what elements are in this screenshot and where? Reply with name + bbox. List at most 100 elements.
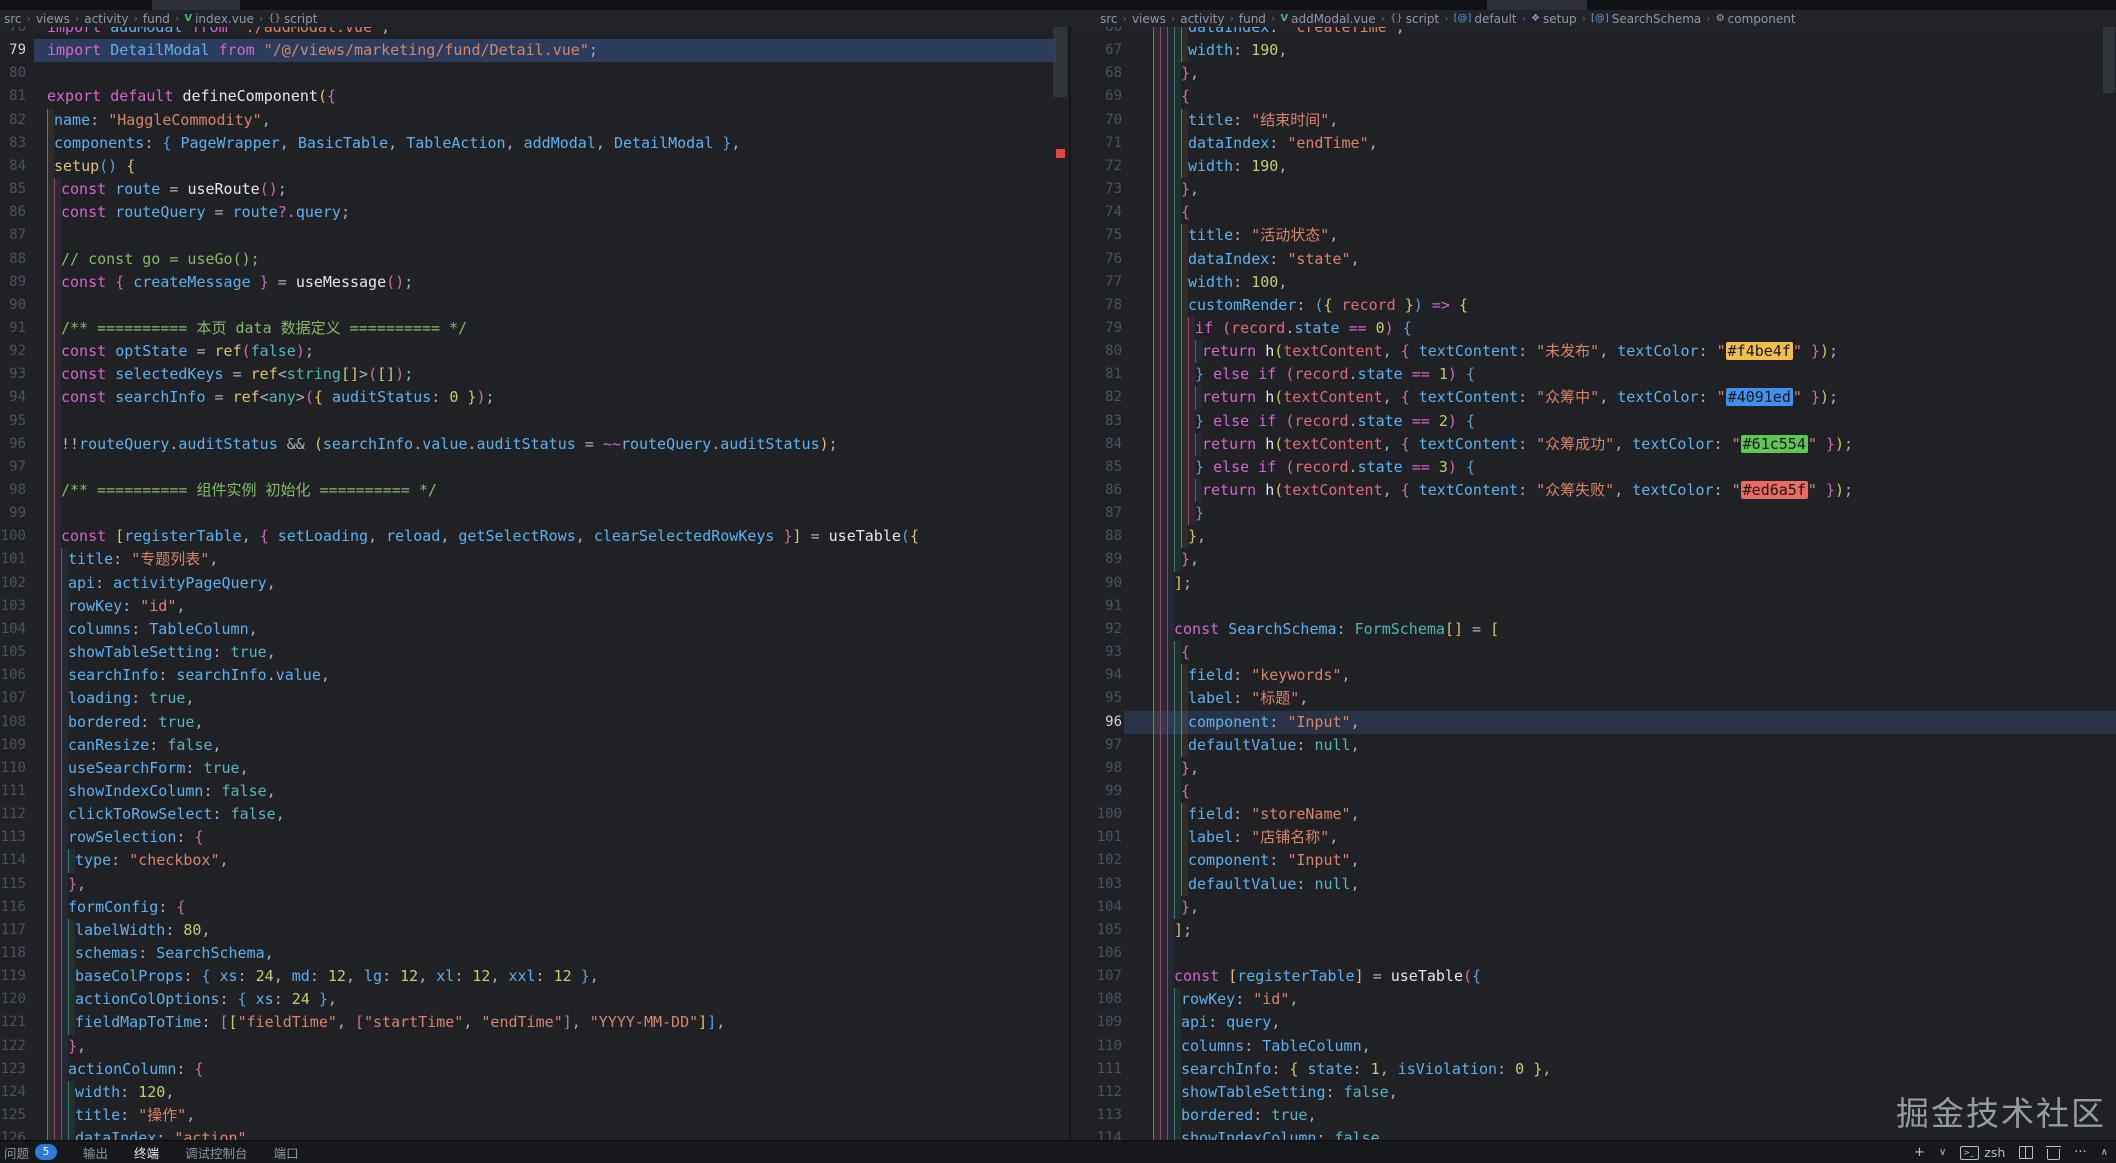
- line-number[interactable]: 109: [1071, 1011, 1122, 1034]
- line-number[interactable]: 96: [0, 433, 26, 456]
- code-line-82[interactable]: 82name: "HaggleCommodity",: [0, 109, 1070, 133]
- line-number[interactable]: 111: [0, 780, 26, 803]
- breadcrumb-item-src[interactable]: src: [1100, 12, 1118, 26]
- new-terminal-button[interactable]: +: [1914, 1145, 1925, 1160]
- code-line-67[interactable]: 67width: 190,: [1071, 39, 2116, 63]
- line-number[interactable]: 99: [1071, 780, 1122, 803]
- line-number[interactable]: 78: [0, 27, 26, 39]
- breadcrumb-item-default[interactable]: [@]default: [1454, 12, 1517, 26]
- panel-more-actions-button[interactable]: ···: [2074, 1145, 2086, 1160]
- code-line-109[interactable]: 109api: query,: [1071, 1011, 2116, 1035]
- line-number[interactable]: 83: [1071, 410, 1122, 433]
- line-number[interactable]: 74: [1071, 201, 1122, 224]
- line-number[interactable]: 106: [1071, 942, 1122, 965]
- line-number[interactable]: 101: [0, 548, 26, 571]
- code-line-80[interactable]: 80: [0, 62, 1070, 86]
- line-number[interactable]: 122: [0, 1035, 26, 1058]
- line-number[interactable]: 78: [1071, 294, 1122, 317]
- breadcrumb-item-setup[interactable]: ❖setup: [1531, 12, 1577, 26]
- code-line-106[interactable]: 106searchInfo: searchInfo.value,: [0, 664, 1070, 688]
- code-line-69[interactable]: 69{: [1071, 85, 2116, 109]
- line-number[interactable]: 110: [0, 757, 26, 780]
- code-line-114[interactable]: 114type: "checkbox",: [0, 849, 1070, 873]
- code-line-87[interactable]: 87: [0, 224, 1070, 248]
- code-line-107[interactable]: 107const [registerTable] = useTable({: [1071, 965, 2116, 989]
- line-number[interactable]: 80: [1071, 340, 1122, 363]
- code-line-80[interactable]: 80return h(textContent, { textContent: "…: [1071, 340, 2116, 364]
- code-line-123[interactable]: 123actionColumn: {: [0, 1058, 1070, 1082]
- line-number[interactable]: 92: [1071, 618, 1122, 641]
- active-tab-sliver-left[interactable]: [152, 0, 240, 10]
- code-line-96[interactable]: 96component: "Input",: [1071, 711, 2116, 735]
- code-line-95[interactable]: 95label: "标题",: [1071, 687, 2116, 711]
- line-number[interactable]: 90: [1071, 572, 1122, 595]
- line-number[interactable]: 92: [0, 340, 26, 363]
- panel-tab-问题[interactable]: 问题5: [4, 1143, 57, 1162]
- line-number[interactable]: 75: [1071, 224, 1122, 247]
- line-number[interactable]: 102: [0, 572, 26, 595]
- line-number[interactable]: 79: [0, 39, 26, 62]
- code-line-81[interactable]: 81} else if (record.state == 1) {: [1071, 363, 2116, 387]
- code-line-73[interactable]: 73},: [1071, 178, 2116, 202]
- line-number[interactable]: 102: [1071, 849, 1122, 872]
- line-number[interactable]: 107: [0, 687, 26, 710]
- breadcrumb-item-activity[interactable]: activity: [84, 12, 128, 26]
- code-line-89[interactable]: 89const { createMessage } = useMessage()…: [0, 271, 1070, 295]
- code-line-90[interactable]: 90: [0, 294, 1070, 318]
- line-number[interactable]: 109: [0, 734, 26, 757]
- line-number[interactable]: 98: [1071, 757, 1122, 780]
- line-number[interactable]: 100: [0, 525, 26, 548]
- code-line-79[interactable]: 79import DetailModal from "/@/views/mark…: [0, 39, 1070, 63]
- code-line-86[interactable]: 86const routeQuery = route?.query;: [0, 201, 1070, 225]
- code-line-79[interactable]: 79if (record.state == 0) {: [1071, 317, 2116, 341]
- code-line-101[interactable]: 101label: "店铺名称",: [1071, 826, 2116, 850]
- line-number[interactable]: 83: [0, 132, 26, 155]
- panel-tab-输出[interactable]: 输出: [83, 1143, 108, 1162]
- breadcrumb-item-component[interactable]: ⚙component: [1716, 12, 1796, 26]
- line-number[interactable]: 112: [1071, 1081, 1122, 1104]
- line-number[interactable]: 82: [1071, 386, 1122, 409]
- code-line-108[interactable]: 108bordered: true,: [0, 711, 1070, 735]
- code-line-122[interactable]: 122},: [0, 1035, 1070, 1059]
- code-line-104[interactable]: 104},: [1071, 896, 2116, 920]
- line-number[interactable]: 99: [0, 502, 26, 525]
- line-number[interactable]: 87: [1071, 502, 1122, 525]
- line-number[interactable]: 73: [1071, 178, 1122, 201]
- line-number[interactable]: 100: [1071, 803, 1122, 826]
- line-number[interactable]: 90: [0, 294, 26, 317]
- line-number[interactable]: 125: [0, 1104, 26, 1127]
- code-line-110[interactable]: 110columns: TableColumn,: [1071, 1035, 2116, 1059]
- line-number[interactable]: 117: [0, 919, 26, 942]
- code-line-75[interactable]: 75title: "活动状态",: [1071, 224, 2116, 248]
- code-line-76[interactable]: 76dataIndex: "state",: [1071, 248, 2116, 272]
- code-line-100[interactable]: 100const [registerTable, { setLoading, r…: [0, 525, 1070, 549]
- line-number[interactable]: 93: [0, 363, 26, 386]
- line-number[interactable]: 88: [0, 248, 26, 271]
- breadcrumb-item-searchschema[interactable]: [@]SearchSchema: [1591, 12, 1701, 26]
- line-number[interactable]: 88: [1071, 525, 1122, 548]
- code-line-102[interactable]: 102api: activityPageQuery,: [0, 572, 1070, 596]
- line-number[interactable]: 103: [0, 595, 26, 618]
- panel-tab-调试控制台[interactable]: 调试控制台: [185, 1143, 248, 1162]
- line-number[interactable]: 86: [0, 201, 26, 224]
- code-line-72[interactable]: 72width: 190,: [1071, 155, 2116, 179]
- line-number[interactable]: 71: [1071, 132, 1122, 155]
- line-number[interactable]: 110: [1071, 1035, 1122, 1058]
- code-line-86[interactable]: 86return h(textContent, { textContent: "…: [1071, 479, 2116, 503]
- code-line-88[interactable]: 88// const go = useGo();: [0, 248, 1070, 272]
- line-number[interactable]: 106: [0, 664, 26, 687]
- active-tab-sliver-right[interactable]: [1487, 0, 1587, 10]
- code-line-109[interactable]: 109canResize: false,: [0, 734, 1070, 758]
- line-number[interactable]: 81: [0, 85, 26, 108]
- code-line-108[interactable]: 108rowKey: "id",: [1071, 988, 2116, 1012]
- code-line-96[interactable]: 96!!routeQuery.auditStatus && (searchInf…: [0, 433, 1070, 457]
- code-line-92[interactable]: 92const optState = ref(false);: [0, 340, 1070, 364]
- line-number[interactable]: 89: [0, 271, 26, 294]
- error-marker-overview-ruler[interactable]: [1056, 149, 1065, 158]
- scrollbar-thumb-left[interactable]: [1053, 27, 1067, 97]
- editor-right-addmodal-vue[interactable]: 66dataIndex: "createTime",67width: 190,6…: [1071, 27, 2116, 1140]
- line-number[interactable]: 84: [1071, 433, 1122, 456]
- line-number[interactable]: 104: [1071, 896, 1122, 919]
- line-number[interactable]: 120: [0, 988, 26, 1011]
- code-line-91[interactable]: 91: [1071, 595, 2116, 619]
